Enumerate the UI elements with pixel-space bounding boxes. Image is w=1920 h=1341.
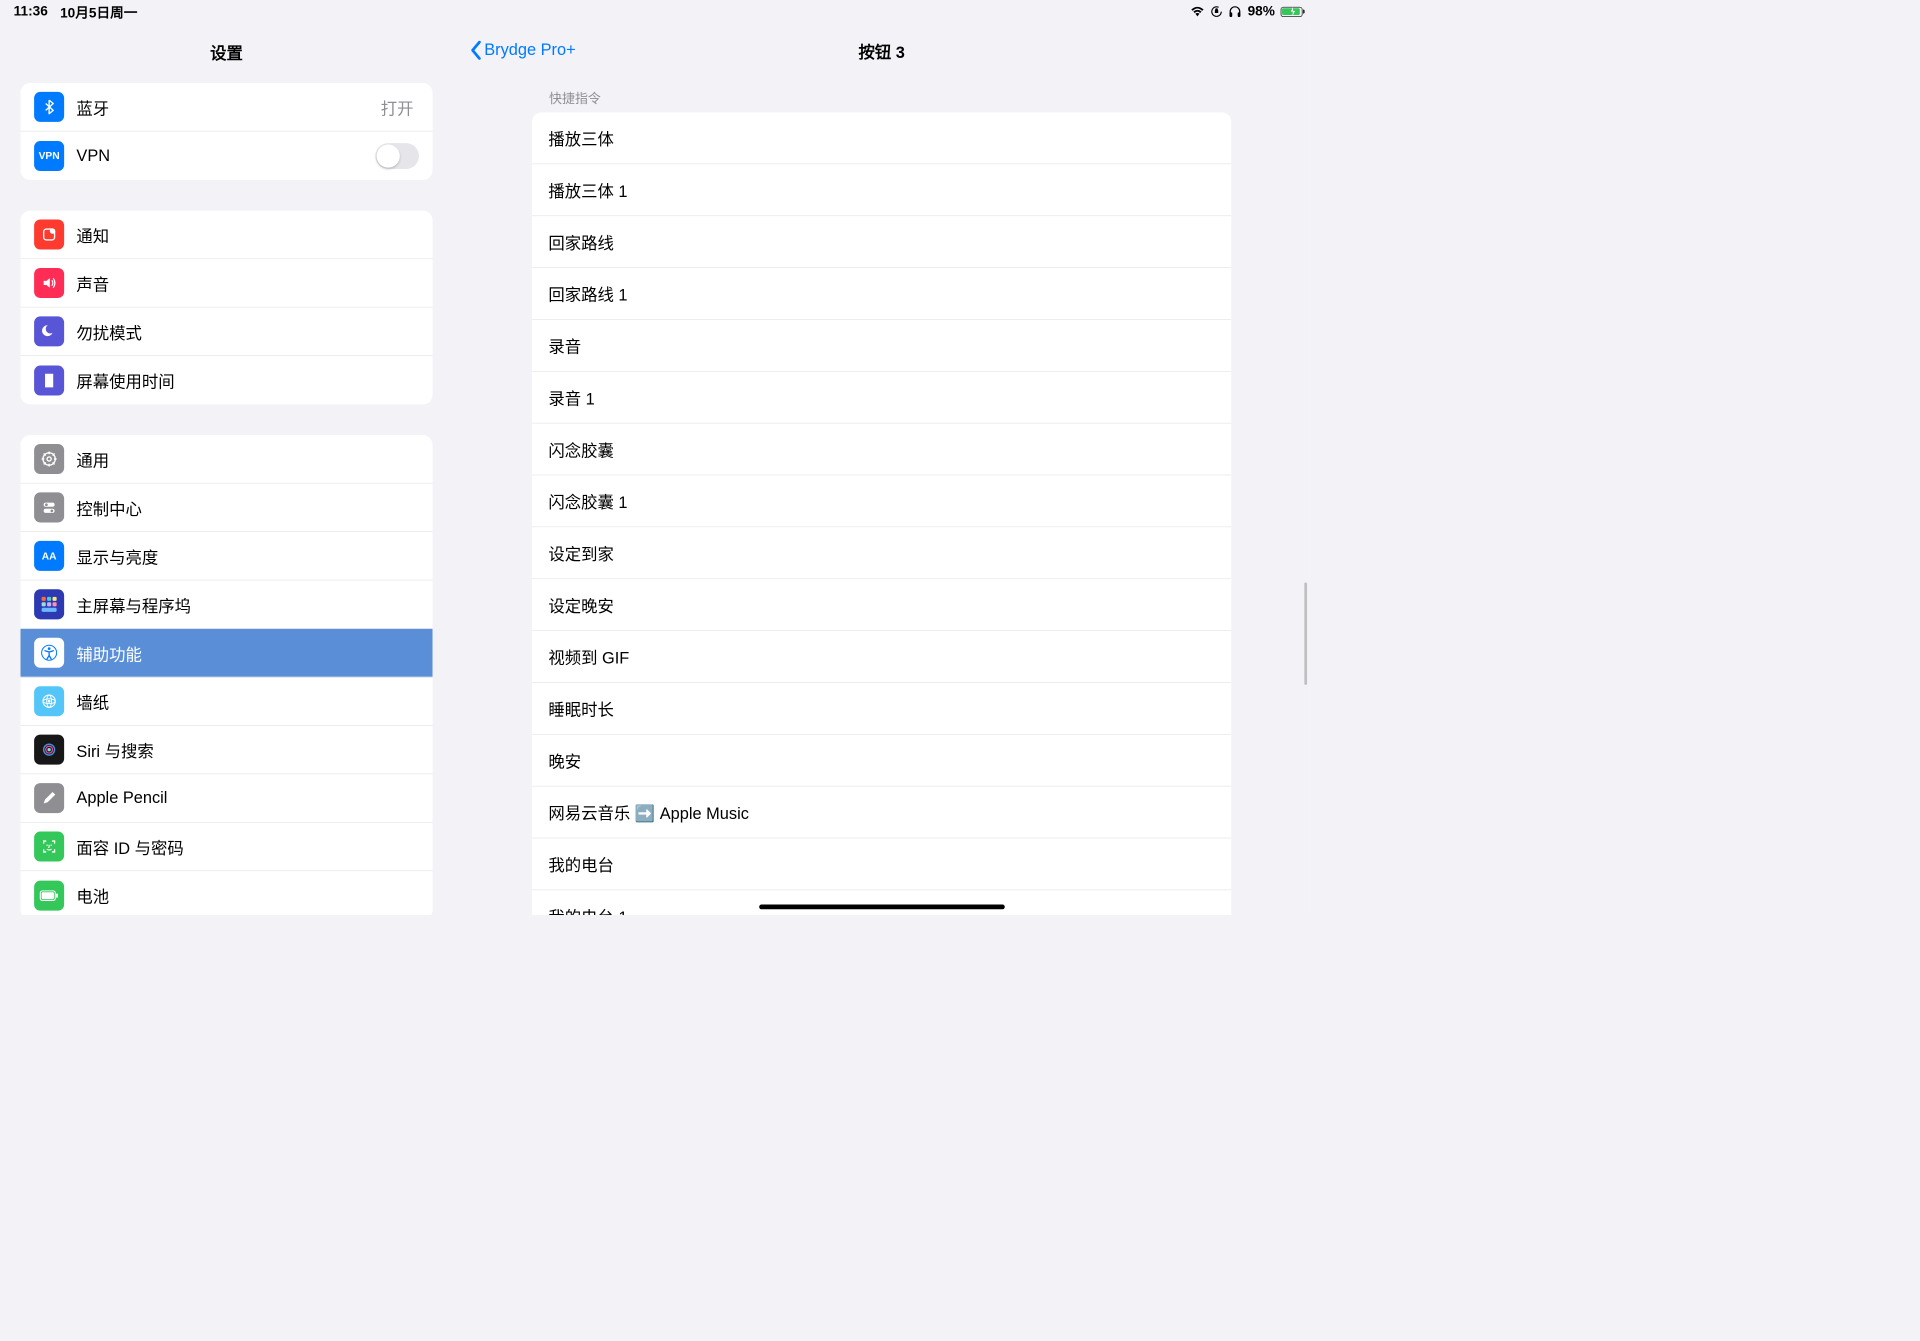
dnd-icon — [34, 317, 64, 347]
faceid-icon — [34, 832, 64, 862]
main-panel: Brydge Pro+ 按钮 3 快捷指令 播放三体播放三体 1回家路线回家路线… — [454, 23, 1310, 915]
headphones-icon — [1228, 5, 1242, 17]
shortcut-item[interactable]: 我的电台 1 — [532, 890, 1231, 915]
wallpaper-icon — [34, 686, 64, 716]
siri-icon — [34, 735, 64, 765]
page-title: 按钮 3 — [859, 39, 905, 63]
wifi-icon — [1190, 6, 1205, 17]
sidebar-item-label: 电池 — [76, 884, 419, 908]
shortcut-item[interactable]: 闪念胶囊 — [532, 424, 1231, 476]
shortcut-item[interactable]: 视频到 GIF — [532, 631, 1231, 683]
home-indicator[interactable] — [759, 905, 1005, 910]
sidebar-item-label: 蓝牙 — [76, 95, 380, 119]
shortcut-item[interactable]: 网易云音乐 ➡️ Apple Music — [532, 787, 1231, 839]
back-label: Brydge Pro+ — [484, 41, 575, 60]
sidebar-item-battery[interactable]: 电池 — [20, 871, 432, 915]
vpn-icon: VPN — [34, 141, 64, 171]
shortcut-item[interactable]: 录音 1 — [532, 372, 1231, 424]
sidebar-item-controlcenter[interactable]: 控制中心 — [20, 484, 432, 532]
shortcut-item[interactable]: 录音 — [532, 320, 1231, 372]
shortcut-item[interactable]: 播放三体 — [532, 113, 1231, 165]
sidebar-item-label: 墙纸 — [76, 689, 419, 713]
sidebar-item-label: 屏幕使用时间 — [76, 368, 419, 392]
general-icon — [34, 444, 64, 474]
shortcut-item[interactable]: 我的电台 — [532, 839, 1231, 891]
sidebar-item-notifications[interactable]: 通知 — [20, 211, 432, 259]
shortcut-item[interactable]: 设定到家 — [532, 527, 1231, 579]
chevron-left-icon — [470, 41, 482, 60]
shortcut-item[interactable]: 回家路线 1 — [532, 268, 1231, 320]
display-icon: AA — [34, 541, 64, 571]
sidebar-item-vpn[interactable]: VPN VPN — [20, 132, 432, 180]
screentime-icon — [34, 365, 64, 395]
pencil-icon — [34, 783, 64, 813]
orientation-lock-icon — [1211, 5, 1223, 17]
sidebar-item-dnd[interactable]: 勿扰模式 — [20, 308, 432, 356]
sidebar-item-label: 控制中心 — [76, 496, 419, 520]
sidebar-item-label: 辅助功能 — [76, 641, 419, 665]
controlcenter-icon — [34, 493, 64, 523]
sidebar-item-sounds[interactable]: 声音 — [20, 259, 432, 307]
sidebar-item-faceid[interactable]: 面容 ID 与密码 — [20, 823, 432, 871]
sidebar-item-label: 通用 — [76, 447, 419, 471]
shortcut-item[interactable]: 设定晚安 — [532, 579, 1231, 631]
notifications-icon — [34, 220, 64, 250]
sidebar-item-label: 声音 — [76, 271, 419, 295]
bluetooth-icon — [34, 92, 64, 122]
sidebar-item-bluetooth[interactable]: 蓝牙打开 — [20, 83, 432, 131]
sidebar-item-accessibility[interactable]: 辅助功能 — [20, 629, 432, 677]
sidebar-item-homescreen[interactable]: 主屏幕与程序坞 — [20, 581, 432, 629]
shortcut-item[interactable]: 闪念胶囊 1 — [532, 476, 1231, 528]
shortcut-item[interactable]: 睡眠时长 — [532, 683, 1231, 735]
sidebar-item-display[interactable]: AA 显示与亮度 — [20, 532, 432, 580]
settings-sidebar[interactable]: 设置 蓝牙打开 VPN VPN 通知声音勿扰模式屏幕使用时间通用控制中心 AA 显示与亮度… — [0, 23, 454, 915]
sidebar-item-label: 勿扰模式 — [76, 320, 419, 344]
shortcut-item[interactable]: 播放三体 1 — [532, 164, 1231, 216]
sounds-icon — [34, 268, 64, 298]
sidebar-item-label: 主屏幕与程序坞 — [76, 593, 419, 617]
sidebar-item-label: 面容 ID 与密码 — [76, 835, 419, 859]
sidebar-item-siri[interactable]: Siri 与搜索 — [20, 726, 432, 774]
battery-icon — [34, 881, 64, 911]
accessibility-icon — [34, 638, 64, 668]
status-bar: 11:36 10月5日周一 98% — [0, 0, 1310, 23]
section-header: 快捷指令 — [454, 78, 1310, 113]
back-button[interactable]: Brydge Pro+ — [470, 41, 576, 60]
status-time: 11:36 — [14, 4, 48, 20]
shortcuts-list: 播放三体播放三体 1回家路线回家路线 1录音录音 1闪念胶囊闪念胶囊 1设定到家… — [532, 113, 1231, 915]
sidebar-item-label: Apple Pencil — [76, 789, 419, 808]
scroll-indicator[interactable] — [1305, 583, 1308, 685]
sidebar-item-pencil[interactable]: Apple Pencil — [20, 774, 432, 822]
shortcut-item[interactable]: 晚安 — [532, 735, 1231, 787]
sidebar-item-label: VPN — [76, 146, 375, 165]
sidebar-item-general[interactable]: 通用 — [20, 435, 432, 483]
battery-percent: 98% — [1248, 4, 1275, 20]
sidebar-title: 设置 — [0, 23, 453, 83]
shortcut-item[interactable]: 回家路线 — [532, 216, 1231, 268]
homescreen-icon — [34, 590, 64, 620]
sidebar-item-value: 打开 — [381, 95, 414, 119]
battery-icon — [1280, 6, 1296, 16]
sidebar-item-wallpaper[interactable]: 墙纸 — [20, 678, 432, 726]
sidebar-item-label: 通知 — [76, 223, 419, 247]
vpn-toggle[interactable] — [375, 143, 419, 169]
status-date: 10月5日周一 — [60, 2, 137, 22]
sidebar-item-screentime[interactable]: 屏幕使用时间 — [20, 356, 432, 404]
sidebar-item-label: Siri 与搜索 — [76, 738, 419, 762]
sidebar-item-label: 显示与亮度 — [76, 544, 419, 568]
